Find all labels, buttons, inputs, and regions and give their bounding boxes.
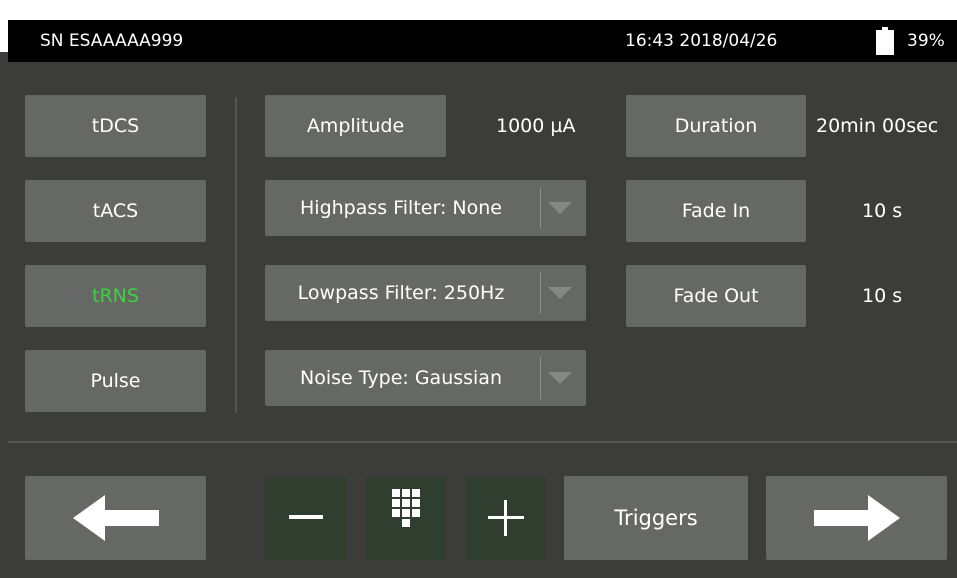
chevron-down-icon (548, 372, 572, 384)
dropdown-separator (540, 357, 541, 399)
triggers-label: Triggers (614, 506, 698, 530)
battery-level: 39% (907, 31, 945, 51)
mode-label: tDCS (91, 115, 140, 137)
plus-icon (488, 500, 524, 536)
keypad-icon (392, 489, 420, 527)
next-button[interactable] (766, 476, 947, 560)
lowpass-filter-dropdown[interactable]: Lowpass Filter: 250Hz (265, 265, 586, 321)
vertical-divider (235, 97, 237, 413)
amplitude-label: Amplitude (306, 115, 405, 137)
dropdown-separator (540, 187, 541, 229)
dropdown-separator (540, 272, 541, 314)
mode-label: tACS (92, 200, 139, 222)
mode-label: Pulse (90, 370, 141, 392)
mode-trns-button[interactable]: tRNS (25, 265, 206, 327)
duration-button[interactable]: Duration (626, 95, 806, 157)
decrement-button[interactable] (265, 476, 346, 560)
status-bar-frame: SN ESAAAAA999 16:43 2018/04/26 39% (0, 0, 957, 62)
mode-pulse-button[interactable]: Pulse (25, 350, 206, 412)
arrow-left-icon (72, 495, 159, 541)
highpass-filter-dropdown[interactable]: Highpass Filter: None (265, 180, 586, 236)
noise-type-label: Noise Type: Gaussian (300, 367, 502, 389)
amplitude-value: 1000 µA (496, 115, 576, 137)
lowpass-filter-label: Lowpass Filter: 250Hz (297, 282, 505, 304)
chevron-down-icon (548, 287, 572, 299)
chevron-down-icon (548, 202, 572, 214)
fade-out-button[interactable]: Fade Out (626, 265, 806, 327)
mode-tdcs-button[interactable]: tDCS (25, 95, 206, 157)
duration-label: Duration (674, 115, 758, 137)
noise-type-dropdown[interactable]: Noise Type: Gaussian (265, 350, 586, 406)
serial-number: SN ESAAAAA999 (40, 31, 184, 51)
minus-icon (288, 515, 323, 519)
fade-out-value: 10 s (862, 285, 903, 307)
fade-in-value: 10 s (862, 200, 903, 222)
fade-out-label: Fade Out (673, 285, 759, 307)
increment-button[interactable] (466, 476, 546, 560)
keypad-button[interactable] (366, 476, 446, 560)
triggers-button[interactable]: Triggers (564, 476, 748, 560)
arrow-right-icon (813, 495, 900, 541)
fade-in-label: Fade In (681, 200, 751, 222)
duration-value: 20min 00sec (816, 115, 939, 137)
amplitude-button[interactable]: Amplitude (265, 95, 446, 157)
highpass-filter-label: Highpass Filter: None (300, 197, 502, 219)
fade-in-button[interactable]: Fade In (626, 180, 806, 242)
mode-label-active: tRNS (92, 285, 139, 307)
date-time: 16:43 2018/04/26 (625, 31, 778, 51)
status-bar: SN ESAAAAA999 16:43 2018/04/26 39% (8, 20, 957, 62)
back-button[interactable] (25, 476, 206, 560)
horizontal-divider (8, 441, 957, 443)
mode-tacs-button[interactable]: tACS (25, 180, 206, 242)
battery-icon (876, 27, 894, 55)
